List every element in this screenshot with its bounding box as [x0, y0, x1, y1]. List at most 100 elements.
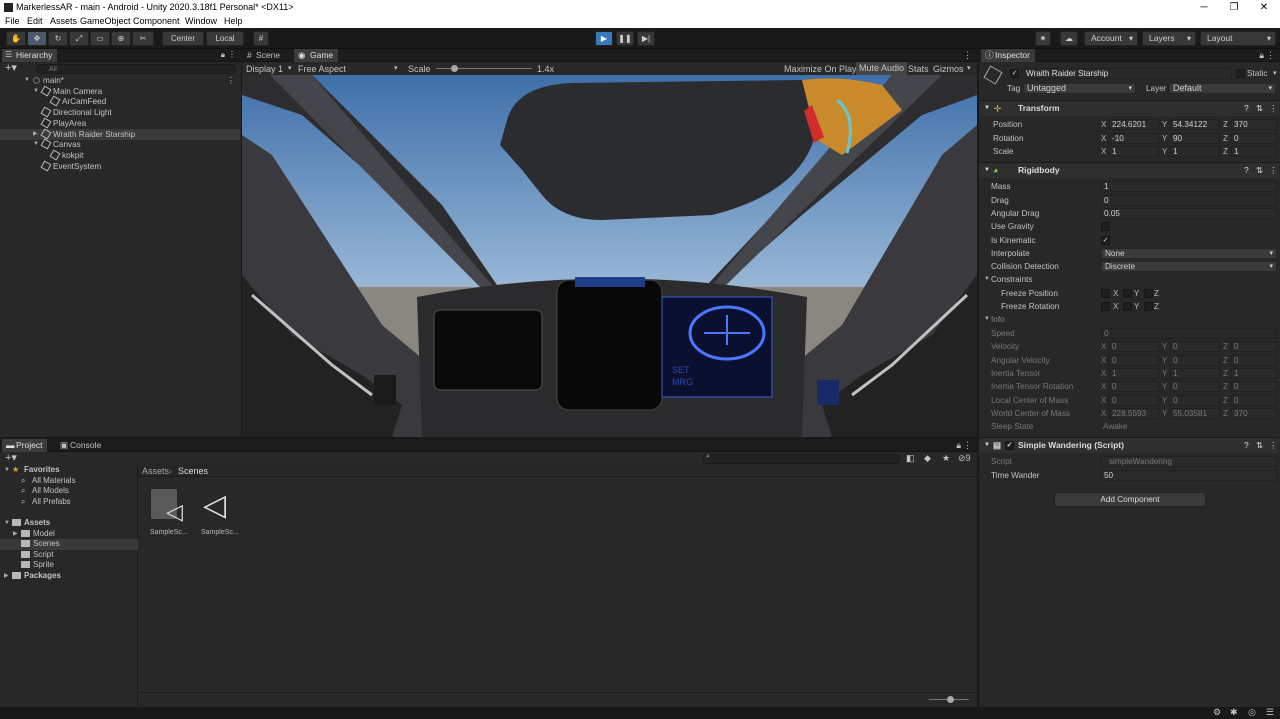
stats-toggle[interactable]: Stats — [908, 64, 929, 74]
tab-game[interactable]: ◉ Game — [294, 49, 339, 62]
debug-icon[interactable]: ✱ — [1230, 707, 1238, 718]
is-kinematic-checkbox[interactable]: ✓ — [1101, 235, 1110, 245]
kebab-menu-icon[interactable]: ⋮ — [1269, 438, 1278, 453]
hand-tool-icon[interactable]: ✋ — [6, 31, 26, 46]
menu-edit[interactable]: Edit — [27, 16, 43, 26]
favorite-all-prefabs[interactable]: ⌕ All Prefabs — [0, 497, 138, 508]
lock-icon[interactable]: 🔒︎ — [1259, 50, 1264, 61]
script-enabled-checkbox[interactable]: ✓ — [1005, 441, 1014, 450]
scale-z-field[interactable]: 1 — [1231, 146, 1277, 157]
freeze-rot-y-checkbox[interactable] — [1123, 302, 1132, 311]
settings-icon[interactable]: ⇅ — [1256, 101, 1263, 116]
breadcrumb-scenes[interactable]: Scenes — [178, 466, 208, 476]
pivot-local-button[interactable]: Local — [206, 31, 244, 46]
kebab-menu-icon[interactable]: ⋮ — [1266, 50, 1275, 61]
settings-icon[interactable]: ⇅ — [1256, 163, 1263, 178]
folder-scenes[interactable]: Scenes — [0, 539, 138, 550]
freeze-rot-z-checkbox[interactable] — [1144, 302, 1153, 311]
favorite-all-materials[interactable]: ⌕ All Materials — [0, 476, 138, 487]
freeze-rot-x-checkbox[interactable] — [1101, 302, 1110, 311]
rotation-z-field[interactable]: 0 — [1231, 132, 1277, 144]
scale-y-field[interactable]: 1 — [1170, 146, 1220, 157]
hierarchy-row-main-camera[interactable]: ▼ Main Camera — [0, 85, 240, 97]
scale-slider-handle[interactable] — [451, 65, 458, 72]
hierarchy-row-playarea[interactable]: PlayArea — [0, 117, 240, 129]
settings-icon[interactable]: ⇅ — [1256, 438, 1263, 453]
add-icon[interactable]: +▾ — [5, 451, 17, 464]
favorite-all-models[interactable]: ⌕ All Models — [0, 486, 138, 497]
interpolate-dropdown[interactable]: None — [1101, 247, 1277, 259]
menu-assets[interactable]: Assets — [50, 16, 77, 26]
lock-icon[interactable]: 🔒︎ — [221, 50, 225, 60]
kebab-menu-icon[interactable]: ⋮ — [1269, 163, 1278, 178]
position-y-field[interactable]: 54.34122 — [1170, 119, 1220, 130]
help-icon[interactable]: ? — [1244, 163, 1249, 178]
packages-node[interactable]: ▶ Packages — [0, 571, 138, 582]
tab-inspector[interactable]: ⓘ Inspector — [981, 49, 1035, 62]
freeze-pos-z-checkbox[interactable] — [1144, 288, 1153, 298]
hierarchy-row-canvas[interactable]: ▼ Canvas — [0, 138, 240, 150]
active-checkbox[interactable]: ✓ — [1010, 69, 1019, 78]
filter-label-icon[interactable]: ◆ — [924, 453, 931, 464]
close-icon[interactable]: ✕ — [1248, 0, 1280, 15]
add-component-button[interactable]: Add Component — [1054, 492, 1206, 507]
hierarchy-row-main[interactable]: ▼ ⬡ main* ⋮ — [0, 75, 240, 86]
minimize-icon[interactable]: ─ — [1188, 0, 1220, 15]
tab-scene[interactable]: # Scene — [244, 49, 285, 62]
help-icon[interactable]: ? — [1244, 438, 1249, 453]
hierarchy-row-arcamfeed[interactable]: ArCamFeed — [0, 95, 240, 107]
filter-type-icon[interactable]: ◧ — [906, 453, 915, 464]
rotation-x-field[interactable]: -10 — [1109, 132, 1159, 144]
rect-tool-icon[interactable]: ▭ — [90, 31, 110, 46]
add-icon[interactable]: +▾ — [5, 61, 17, 74]
hierarchy-row-directional-light[interactable]: Directional Light — [0, 106, 240, 118]
mass-field[interactable]: 1 — [1101, 181, 1277, 192]
hierarchy-row-eventsystem[interactable]: EventSystem — [0, 160, 240, 172]
position-z-field[interactable]: 370 — [1231, 119, 1277, 130]
help-icon[interactable]: ? — [1244, 101, 1249, 116]
asset-tile[interactable]: ◁ SampleSc... — [201, 489, 241, 539]
tag-dropdown[interactable]: Untagged — [1023, 83, 1136, 94]
scale-x-field[interactable]: 1 — [1109, 146, 1159, 157]
freeze-pos-y-checkbox[interactable] — [1123, 288, 1132, 298]
lock-icon[interactable]: 🔒︎ — [956, 440, 961, 451]
collision-dropdown[interactable]: Discrete — [1101, 261, 1277, 272]
constraints-row[interactable]: ▼ Constraints — [979, 273, 1279, 286]
lighting-icon[interactable]: ◎ — [1248, 707, 1256, 718]
folder-sprite[interactable]: Sprite — [0, 560, 138, 571]
grid-snap-icon[interactable]: # — [253, 31, 269, 46]
menu-file[interactable]: File — [5, 16, 20, 26]
kebab-menu-icon[interactable]: ⋮ — [1269, 101, 1278, 116]
folder-script[interactable]: Script — [0, 550, 138, 561]
kebab-menu-icon[interactable]: ⋮ — [963, 50, 972, 61]
asset-tile[interactable]: ◁ SampleSc... — [150, 489, 190, 539]
project-search-input[interactable]: ⌕ — [702, 453, 900, 464]
transform-tool-icon[interactable]: ⊕ — [111, 31, 131, 46]
script-header[interactable]: ▼ ▤ ✓ Simple Wandering (Script) ? ⇅ ⋮ — [979, 437, 1279, 453]
folder-model[interactable]: ▶ Model — [0, 529, 138, 540]
account-dropdown[interactable]: Account — [1084, 31, 1138, 46]
pause-button[interactable]: ❚❚ — [616, 31, 634, 46]
tab-console[interactable]: ▣ Console — [56, 439, 106, 452]
position-x-field[interactable]: 224.6201 — [1109, 119, 1159, 130]
kebab-menu-icon[interactable]: ⋮ — [963, 440, 972, 451]
rotate-tool-icon[interactable]: ↻ — [48, 31, 68, 46]
static-checkbox[interactable] — [1236, 69, 1245, 78]
aspect-dropdown[interactable]: Free Aspect — [298, 64, 346, 74]
info-row[interactable]: ▼ Info — [979, 313, 1279, 326]
time-wander-field[interactable]: 50 — [1101, 469, 1277, 481]
mute-audio-toggle[interactable]: Mute Audio — [856, 62, 908, 75]
custom-tool-icon[interactable]: ✂ — [132, 31, 154, 46]
display-dropdown[interactable]: Display 1 — [246, 64, 283, 74]
freeze-pos-x-checkbox[interactable] — [1101, 288, 1110, 298]
game-viewport[interactable]: SET MRG — [242, 75, 977, 437]
gizmos-toggle[interactable]: Gizmos — [933, 64, 964, 74]
menu-gameobject[interactable]: GameObject — [80, 16, 131, 26]
hierarchy-search-input[interactable] — [36, 64, 236, 74]
drag-field[interactable]: 0 — [1101, 194, 1277, 206]
collab-status-icon[interactable]: ☰ — [1266, 707, 1274, 718]
rigidbody-header[interactable]: ▼ ◕ Rigidbody ? ⇅ ⋮ — [979, 162, 1279, 178]
menu-component[interactable]: Component — [133, 16, 180, 26]
hierarchy-row-kokpit[interactable]: kokpit — [0, 149, 240, 161]
collab-icon[interactable]: ✷ — [1035, 31, 1051, 46]
